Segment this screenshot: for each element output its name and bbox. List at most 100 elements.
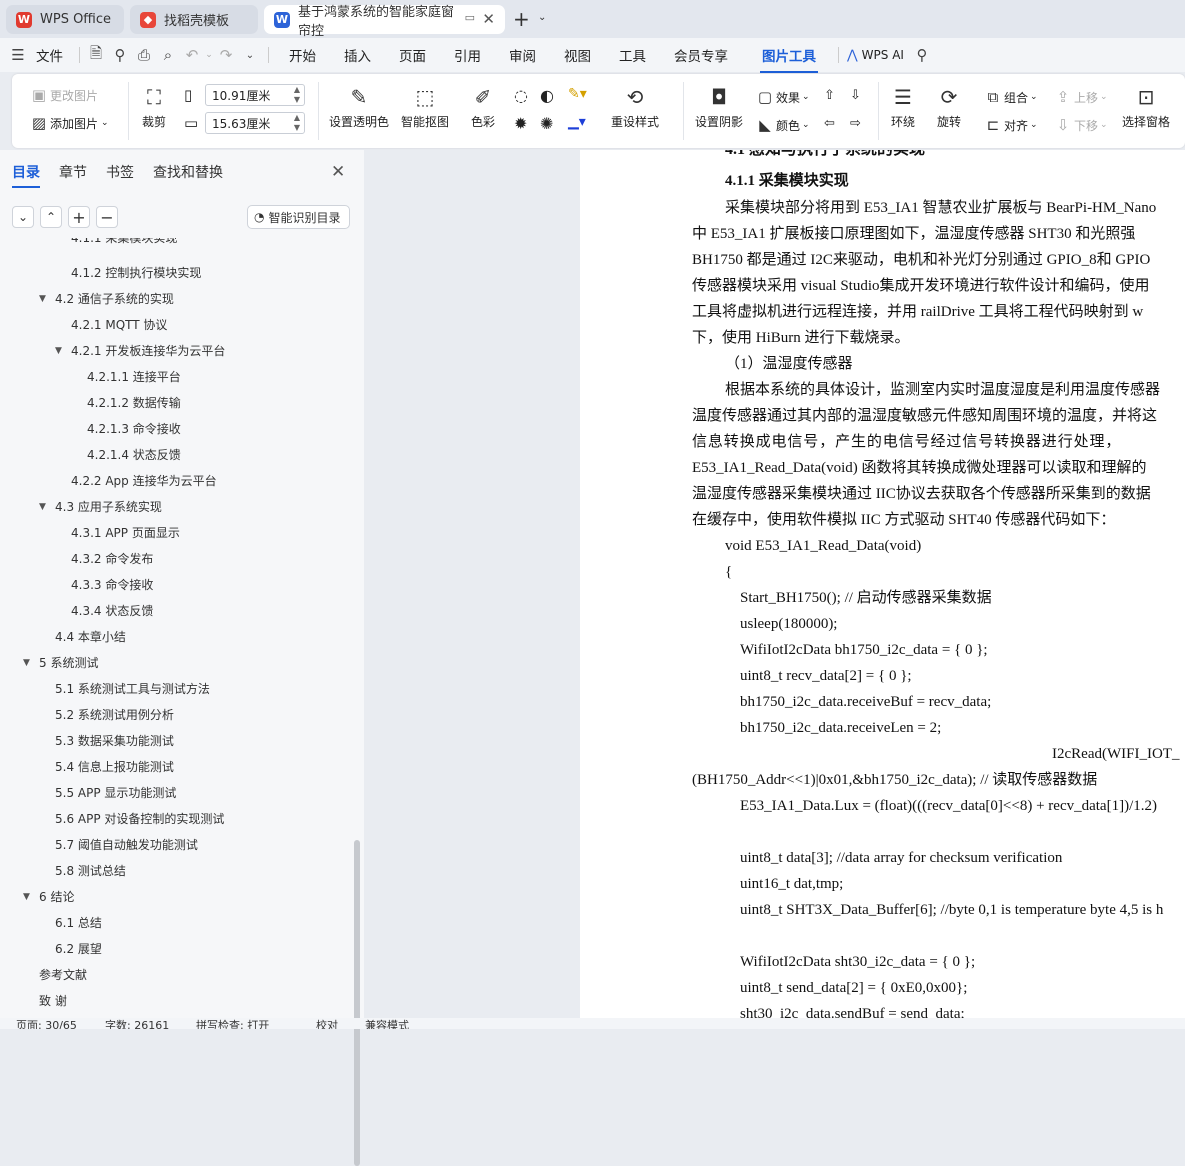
toc-item[interactable]: ▼ 4.2.1 开发板连接华为云平台 (55, 338, 225, 364)
height-input[interactable]: 15.63厘米 ▲ ▼ (205, 112, 305, 134)
toc-item[interactable]: 5.7 阈值自动触发功能测试 (55, 832, 198, 858)
reset-style-button[interactable]: ⟲ 重设样式 (611, 84, 659, 130)
toc-item[interactable]: 4.2.1 MQTT 协议 (71, 312, 167, 338)
toc-item[interactable]: 4.2.1.2 数据传输 (87, 390, 181, 416)
set-transparent-button[interactable]: ✎ 设置透明色 (329, 84, 389, 130)
more-chevron-icon[interactable]: ⌄ (238, 43, 262, 67)
toc-item[interactable]: 4.3.1 APP 页面显示 (71, 520, 180, 546)
sharpen-icon[interactable]: ✹ (514, 114, 527, 133)
toc-item[interactable]: 4.3.2 命令发布 (71, 546, 153, 572)
width-input[interactable]: 10.91厘米 ▲ ▼ (205, 84, 305, 106)
selection-pane-button[interactable]: ⊡ 选择窗格 (1122, 84, 1170, 130)
toc-scrollbar[interactable] (354, 840, 360, 1166)
page-count[interactable]: 页面: 30/65 (16, 1018, 77, 1029)
share-icon[interactable]: ⚲ (108, 43, 132, 67)
toc-item[interactable]: ▼ 4.2 通信子系统的实现 (39, 286, 174, 312)
close-tab-icon[interactable]: ✕ (482, 10, 495, 28)
color-adjust-button[interactable]: ✐ 色彩 (470, 84, 496, 130)
color-button[interactable]: ◣ 颜色 ⌄ (756, 116, 809, 134)
toc-item[interactable]: 4.1.2 控制执行模块实现 (71, 260, 201, 286)
toc-item[interactable]: ▼ 5 系统测试 (23, 650, 98, 676)
toc-item[interactable]: 致 谢 (39, 988, 67, 1014)
menu-home[interactable]: 开始 (275, 45, 330, 65)
collapse-up-button[interactable]: ⌃ (40, 206, 62, 228)
shadow-left-icon[interactable]: ⇦ (824, 116, 835, 131)
menu-page[interactable]: 页面 (385, 45, 440, 65)
search-icon[interactable]: ⚲ (910, 43, 934, 67)
expanded-caret-icon[interactable]: ▼ (39, 286, 46, 312)
set-shadow-button[interactable]: ◘ 设置阴影 (695, 84, 743, 130)
proofread[interactable]: 校对 (316, 1018, 338, 1029)
brightness-up-icon[interactable]: ◌ (514, 86, 528, 105)
document-page[interactable]: 4.1 感知与执行子系统的实现 4.1.1 采集模块实现 采集模块部分将用到 E… (580, 150, 1185, 1018)
undo-icon[interactable]: ↶ (180, 43, 204, 67)
wrap-button[interactable]: ☰ 环绕 (890, 84, 916, 130)
toc-item[interactable]: 5.4 信息上报功能测试 (55, 754, 174, 780)
print-icon[interactable]: ⎙ (132, 43, 156, 67)
tab-find-replace[interactable]: 查找和替换 (153, 162, 223, 188)
toc-item[interactable]: 4.2.1.4 状态反馈 (87, 442, 181, 468)
save-icon[interactable]: 🗎 (84, 43, 108, 67)
new-tab-icon[interactable]: + (513, 7, 530, 31)
menu-wps-ai[interactable]: WPS AI (862, 48, 910, 62)
expanded-caret-icon[interactable]: ▼ (39, 494, 46, 520)
undo-chevron-icon[interactable]: ⌄ (204, 43, 214, 67)
toc-item[interactable]: 5.6 APP 对设备控制的实现测试 (55, 806, 224, 832)
monitor-icon[interactable]: ▭ (465, 11, 475, 24)
toc-item[interactable]: 4.2.1.1 连接平台 (87, 364, 181, 390)
menu-insert[interactable]: 插入 (330, 45, 385, 65)
toc-item[interactable]: 参考文献 (39, 962, 87, 988)
toc-item[interactable]: 5.5 APP 显示功能测试 (55, 780, 176, 806)
toc-item[interactable]: 4.2.2 App 连接华为云平台 (71, 468, 217, 494)
effect-button[interactable]: ▢ 效果 ⌄ (756, 88, 810, 106)
change-picture-button[interactable]: ▣ 更改图片 (30, 86, 98, 104)
rotate-button[interactable]: ⟳ 旋转 (936, 84, 962, 130)
toc-item[interactable]: 4.3.4 状态反馈 (71, 598, 153, 624)
tab-chapters[interactable]: 章节 (59, 162, 87, 188)
line-color-icon[interactable]: ▁▾ (568, 114, 586, 130)
menu-file[interactable]: 文件 (30, 45, 75, 65)
redo-icon[interactable]: ↷ (214, 43, 238, 67)
expanded-caret-icon[interactable]: ▼ (55, 338, 62, 364)
tab-document[interactable]: W 基于鸿蒙系统的智能家庭窗帘控 ▭ ✕ (264, 5, 505, 39)
toc-item[interactable]: 5.2 系统测试用例分析 (55, 702, 174, 728)
brightness-icon[interactable]: ✺ (540, 114, 553, 133)
menu-review[interactable]: 审阅 (495, 45, 550, 65)
toc-item[interactable]: 4.3.3 命令接收 (71, 572, 153, 598)
print-preview-icon[interactable]: ⌕ (156, 43, 180, 67)
fill-color-icon[interactable]: ✎▾ (568, 86, 587, 102)
add-heading-button[interactable]: + (68, 206, 90, 228)
menu-picture-tools[interactable]: 图片工具 (748, 45, 830, 73)
menu-tools[interactable]: 工具 (605, 45, 660, 65)
crop-button[interactable]: ⛶ 裁剪 (141, 84, 167, 130)
tab-docer-templates[interactable]: ◆ 找稻壳模板 (130, 5, 258, 34)
menu-member[interactable]: 会员专享 (660, 45, 742, 65)
tab-wps-office[interactable]: W WPS Office (6, 5, 124, 34)
toc-item[interactable]: 6.1 总结 (55, 910, 102, 936)
shadow-down-icon[interactable]: ⇩ (850, 88, 861, 103)
toc-item[interactable]: 6.2 展望 (55, 936, 102, 962)
toc-item[interactable]: 4.4 本章小结 (55, 624, 126, 650)
spinner-icon[interactable]: ▲ ▼ (294, 85, 300, 105)
menu-references[interactable]: 引用 (440, 45, 495, 65)
tab-list-chevron-icon[interactable]: ⌄ (538, 12, 546, 23)
menu-view[interactable]: 视图 (550, 45, 605, 65)
toc-item[interactable]: ▼ 6 结论 (23, 884, 74, 910)
shadow-up-icon[interactable]: ⇧ (824, 88, 835, 103)
move-up-button[interactable]: ⇪ 上移 ⌄ (1054, 88, 1108, 106)
collapse-down-button[interactable]: ⌄ (12, 206, 34, 228)
align-button[interactable]: ⊏ 对齐 ⌄ (984, 116, 1038, 134)
remove-heading-button[interactable]: − (96, 206, 118, 228)
contrast-icon[interactable]: ◐ (540, 86, 554, 105)
add-picture-button[interactable]: ▨ 添加图片 ⌄ (30, 114, 109, 132)
group-button[interactable]: ⧉ 组合 ⌄ (984, 88, 1038, 106)
toc-item[interactable]: 5.3 数据采集功能测试 (55, 728, 174, 754)
hamburger-icon[interactable]: ☰ (6, 43, 30, 67)
expanded-caret-icon[interactable]: ▼ (23, 884, 30, 910)
smart-toc-button[interactable]: ◔ 智能识别目录 (247, 205, 350, 229)
tab-bookmarks[interactable]: 书签 (106, 162, 134, 188)
shadow-right-icon[interactable]: ⇨ (850, 116, 861, 131)
toc-item[interactable]: 4.2.1.3 命令接收 (87, 416, 181, 442)
toc-item[interactable]: 5.8 测试总结 (55, 858, 126, 884)
tab-toc[interactable]: 目录 (12, 162, 40, 188)
